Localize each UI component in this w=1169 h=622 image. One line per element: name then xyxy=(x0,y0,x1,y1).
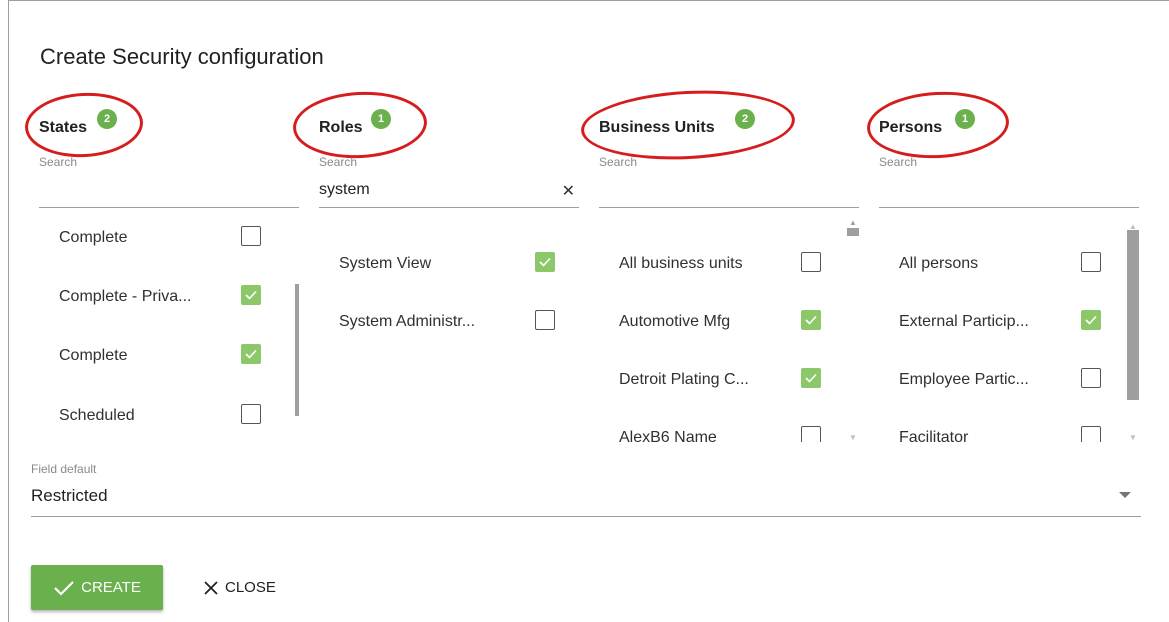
list-item[interactable]: Employee Partic... xyxy=(899,362,1129,402)
list-item-label: External Particip... xyxy=(899,313,1029,330)
list-item[interactable]: External Particip... xyxy=(899,304,1129,344)
list-item-label: All persons xyxy=(899,255,979,272)
list-item[interactable]: Scheduled xyxy=(59,398,289,438)
scroll-down-icon[interactable]: ▼ xyxy=(1129,433,1137,442)
list-item-label: System Administr... xyxy=(339,313,476,330)
checkbox[interactable] xyxy=(535,252,555,272)
checkbox[interactable] xyxy=(241,285,261,305)
list-item-label: Complete xyxy=(59,229,128,246)
persons-search-label: Search xyxy=(879,155,918,169)
scrollbar[interactable]: ▲ ▼ xyxy=(847,220,859,442)
list-item-label: Scheduled xyxy=(59,407,135,424)
close-icon xyxy=(204,580,218,595)
checkbox[interactable] xyxy=(801,310,821,330)
checkbox[interactable] xyxy=(1081,426,1101,442)
list-item[interactable]: All business units xyxy=(619,246,849,286)
checkbox[interactable] xyxy=(1081,310,1101,330)
roles-label: Roles xyxy=(319,119,363,136)
list-item-label: AlexB6 Name xyxy=(619,429,717,442)
scroll-up-icon[interactable]: ▲ xyxy=(849,220,857,227)
chevron-down-icon[interactable] xyxy=(1119,492,1131,498)
clear-search-icon[interactable]: ✕ xyxy=(562,181,575,201)
field-default-select[interactable]: Restricted xyxy=(31,486,108,506)
roles-search-input[interactable] xyxy=(319,173,579,208)
check-icon xyxy=(54,580,74,596)
list-item-label: Complete - Priva... xyxy=(59,288,192,305)
roles-column: Roles 1 Search ✕ System View System Admi… xyxy=(291,88,579,442)
checkbox[interactable] xyxy=(535,310,555,330)
list-item[interactable]: System Administr... xyxy=(339,304,569,344)
persons-header: Persons 1 xyxy=(879,109,975,141)
checkbox[interactable] xyxy=(801,252,821,272)
checkbox[interactable] xyxy=(241,344,261,364)
roles-count-badge: 1 xyxy=(371,109,391,129)
business-units-header: Business Units 2 xyxy=(599,109,755,141)
business-units-label: Business Units xyxy=(599,119,715,136)
list-item[interactable]: Complete xyxy=(59,220,289,260)
checkbox[interactable] xyxy=(1081,368,1101,388)
checkbox[interactable] xyxy=(801,426,821,442)
states-column: States 2 Search Complete Complete - Priv… xyxy=(23,89,299,442)
checkbox[interactable] xyxy=(241,226,261,246)
list-item[interactable]: Complete - Priva... xyxy=(59,279,289,319)
persons-column: Persons 1 Search All persons External Pa… xyxy=(865,88,1139,442)
scrollbar-thumb[interactable] xyxy=(847,228,859,236)
list-item[interactable]: Automotive Mfg xyxy=(619,304,849,344)
dialog-title: Create Security configuration xyxy=(40,44,324,69)
list-item[interactable]: Detroit Plating C... xyxy=(619,362,849,402)
roles-header: Roles 1 xyxy=(319,109,391,141)
list-item[interactable]: AlexB6 Name xyxy=(619,420,849,442)
field-default-label: Field default xyxy=(31,462,97,476)
list-item[interactable]: Complete xyxy=(59,338,289,378)
scrollbar-thumb[interactable] xyxy=(295,284,299,416)
list-item-label: Detroit Plating C... xyxy=(619,371,749,388)
check-icon xyxy=(805,373,817,383)
business-units-search-input[interactable] xyxy=(599,173,859,208)
business-units-list: All business units Automotive Mfg Detroi… xyxy=(599,220,859,442)
states-list: Complete Complete - Priva... Complete Sc… xyxy=(39,220,299,442)
list-item-label: Automotive Mfg xyxy=(619,313,731,330)
scroll-down-icon[interactable]: ▼ xyxy=(849,433,857,442)
list-item-label: Facilitator xyxy=(899,429,969,442)
check-icon xyxy=(245,349,257,359)
states-search-input[interactable] xyxy=(39,173,299,208)
create-button[interactable]: CREATE xyxy=(31,565,163,610)
scrollbar[interactable]: ▲ ▼ xyxy=(1127,220,1139,442)
check-icon xyxy=(1085,315,1097,325)
persons-count-badge: 1 xyxy=(955,109,975,129)
list-item-label: System View xyxy=(339,255,432,272)
states-search-label: Search xyxy=(39,155,78,169)
states-count-badge: 2 xyxy=(97,109,117,129)
list-item-label: Employee Partic... xyxy=(899,371,1029,388)
business-units-column: Business Units 2 Search All business uni… xyxy=(579,85,859,442)
check-icon xyxy=(805,315,817,325)
check-icon xyxy=(539,257,551,267)
persons-label: Persons xyxy=(879,119,943,136)
business-units-search-label: Search xyxy=(599,155,638,169)
checkbox[interactable] xyxy=(1081,252,1101,272)
close-button-label: CLOSE xyxy=(225,579,276,596)
persons-list: All persons External Particip... Employe… xyxy=(879,220,1139,442)
close-button[interactable]: CLOSE xyxy=(197,565,287,610)
list-item[interactable]: All persons xyxy=(899,246,1129,286)
scroll-down-icon[interactable]: ▼ xyxy=(297,433,299,442)
list-item[interactable]: Facilitator xyxy=(899,420,1129,442)
roles-list: System View System Administr... xyxy=(319,220,579,442)
create-button-label: CREATE xyxy=(81,579,141,596)
scrollbar-thumb[interactable] xyxy=(1127,230,1139,400)
checkbox[interactable] xyxy=(801,368,821,388)
roles-search-label: Search xyxy=(319,155,358,169)
list-item-label: All business units xyxy=(619,255,743,272)
list-item[interactable]: System View xyxy=(339,246,569,286)
business-units-count-badge: 2 xyxy=(735,109,755,129)
scroll-up-icon[interactable]: ▲ xyxy=(297,222,299,231)
check-icon xyxy=(245,290,257,300)
persons-search-input[interactable] xyxy=(879,173,1139,208)
states-label: States xyxy=(39,119,88,136)
checkbox[interactable] xyxy=(241,404,261,424)
states-header: States 2 xyxy=(39,109,117,141)
field-default-underline xyxy=(31,516,1141,517)
scrollbar[interactable]: ▲ ▼ xyxy=(295,220,299,442)
list-item-label: Complete xyxy=(59,347,128,364)
